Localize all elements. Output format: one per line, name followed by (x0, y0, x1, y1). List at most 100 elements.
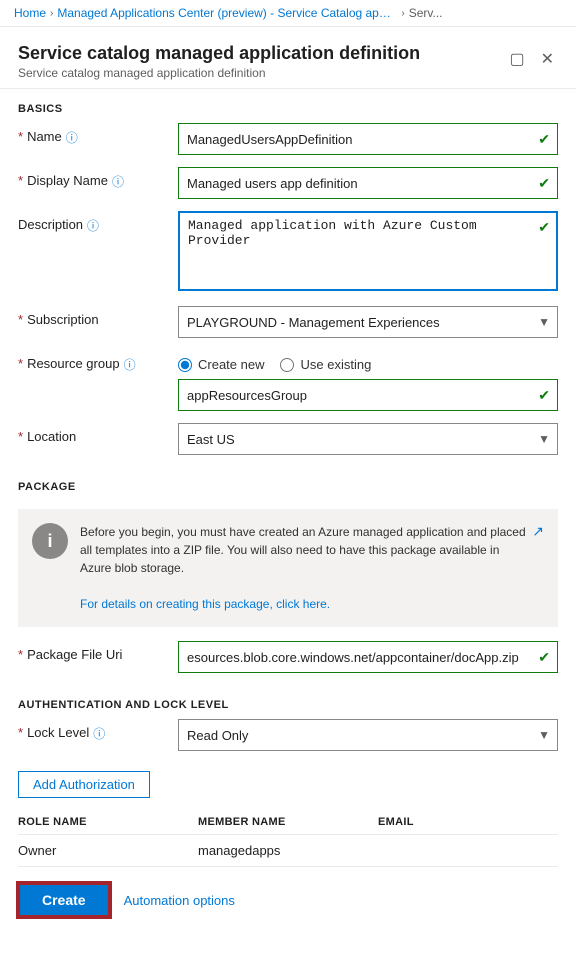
resource-group-top: * Resource group ⓘ Create new Use existi… (18, 350, 558, 373)
location-control: East US ▼ (178, 423, 558, 455)
add-authorization-button[interactable]: Add Authorization (18, 771, 150, 798)
location-label-text: Location (27, 429, 76, 444)
package-uri-label-text: Package File Uri (27, 647, 122, 662)
subscription-select[interactable]: PLAYGROUND - Management Experiences (178, 306, 558, 338)
rg-valid-icon: ✔ (538, 387, 550, 404)
lock-level-label: * Lock Level ⓘ (18, 719, 178, 742)
external-link-icon[interactable]: ↗ (532, 521, 544, 542)
form-content: BASICS * Name ⓘ ✔ * Display Name ⓘ ✔ (0, 89, 576, 867)
table-row-role: Owner (18, 843, 198, 858)
package-info-main-text: Before you begin, you must have created … (80, 525, 526, 575)
name-row: * Name ⓘ ✔ (18, 123, 558, 155)
use-existing-radio-label[interactable]: Use existing (280, 357, 371, 372)
panel-actions: ▢ ✕ (505, 47, 558, 71)
resource-group-input-row: ✔ (18, 379, 558, 411)
subscription-required-star: * (18, 312, 23, 327)
resource-group-input-control: ✔ (178, 379, 558, 411)
auth-section-title: AUTHENTICATION AND LOCK LEVEL (18, 685, 558, 719)
subscription-label-text: Subscription (27, 312, 99, 327)
rg-info-icon[interactable]: ⓘ (124, 356, 136, 373)
package-section-title: PACKAGE (18, 467, 558, 501)
col-member-name-header: MEMBER NAME (198, 816, 378, 828)
lock-level-select[interactable]: Read Only (178, 719, 558, 751)
create-new-radio-label[interactable]: Create new (178, 357, 264, 372)
name-required-star: * (18, 129, 23, 144)
display-name-label: * Display Name ⓘ (18, 167, 178, 190)
location-select[interactable]: East US (178, 423, 558, 455)
lock-level-label-text: Lock Level (27, 725, 89, 740)
location-label: * Location (18, 423, 178, 444)
table-row: Owner managedapps (18, 835, 558, 867)
resource-group-label-text: Resource group (27, 356, 120, 371)
basics-section-title: BASICS (18, 89, 558, 123)
package-uri-label: * Package File Uri (18, 641, 178, 662)
display-name-valid-icon: ✔ (538, 175, 550, 192)
display-name-info-icon[interactable]: ⓘ (112, 173, 124, 190)
create-new-label-text: Create new (198, 357, 264, 372)
close-button[interactable]: ✕ (537, 47, 558, 71)
name-info-icon[interactable]: ⓘ (66, 129, 78, 146)
main-panel: Service catalog managed application defi… (0, 27, 576, 953)
name-label: * Name ⓘ (18, 123, 178, 146)
lock-level-row: * Lock Level ⓘ Read Only ▼ (18, 719, 558, 751)
automation-options-link[interactable]: Automation options (124, 893, 235, 908)
subscription-control: PLAYGROUND - Management Experiences ▼ (178, 306, 558, 338)
table-row-email (378, 843, 558, 858)
name-control: ✔ (178, 123, 558, 155)
display-name-input[interactable] (178, 167, 558, 199)
lock-level-required-star: * (18, 725, 23, 740)
display-name-label-text: Display Name (27, 173, 108, 188)
use-existing-label-text: Use existing (300, 357, 371, 372)
display-name-required-star: * (18, 173, 23, 188)
description-control: Managed application with Azure Custom Pr… (178, 211, 558, 294)
breadcrumb-managed-apps[interactable]: Managed Applications Center (preview) - … (57, 6, 397, 20)
location-row: * Location East US ▼ (18, 423, 558, 455)
lock-level-control: Read Only ▼ (178, 719, 558, 751)
subscription-row: * Subscription PLAYGROUND - Management E… (18, 306, 558, 338)
panel-title-section: Service catalog managed application defi… (18, 43, 420, 80)
restore-button[interactable]: ▢ (505, 47, 528, 71)
create-new-radio[interactable] (178, 358, 192, 372)
package-uri-row: * Package File Uri ✔ (18, 641, 558, 673)
resource-group-input[interactable] (178, 379, 558, 411)
breadcrumb: Home › Managed Applications Center (prev… (0, 0, 576, 27)
description-row: Description ⓘ Managed application with A… (18, 211, 558, 294)
col-email-header: EMAIL (378, 816, 558, 828)
info-box-icon: i (32, 523, 68, 559)
description-label-text: Description (18, 217, 83, 232)
info-box-text: ↗ Before you begin, you must have create… (80, 523, 544, 613)
rg-required-star: * (18, 356, 23, 371)
package-uri-input[interactable] (178, 641, 558, 673)
description-label: Description ⓘ (18, 211, 178, 234)
table-row-member: managedapps (198, 843, 378, 858)
name-label-text: Name (27, 129, 62, 144)
breadcrumb-sep-1: › (50, 8, 53, 19)
package-info-box: i ↗ Before you begin, you must have crea… (18, 509, 558, 627)
name-valid-icon: ✔ (538, 131, 550, 148)
panel-title: Service catalog managed application defi… (18, 43, 420, 64)
display-name-control: ✔ (178, 167, 558, 199)
auth-table-header: ROLE NAME MEMBER NAME EMAIL (18, 810, 558, 835)
package-uri-control: ✔ (178, 641, 558, 673)
description-valid-icon: ✔ (538, 219, 550, 236)
package-info-link[interactable]: For details on creating this package, cl… (80, 597, 330, 611)
name-input[interactable] (178, 123, 558, 155)
subscription-label: * Subscription (18, 306, 178, 327)
footer: Create Automation options (0, 867, 576, 933)
resource-group-row: * Resource group ⓘ Create new Use existi… (18, 350, 558, 411)
create-button[interactable]: Create (18, 883, 110, 917)
col-role-name-header: ROLE NAME (18, 816, 198, 828)
breadcrumb-sep-2: › (401, 8, 404, 19)
resource-group-radio-group: Create new Use existing (178, 351, 371, 372)
use-existing-radio[interactable] (280, 358, 294, 372)
location-required-star: * (18, 429, 23, 444)
package-uri-required-star: * (18, 647, 23, 662)
package-uri-valid-icon: ✔ (538, 649, 550, 666)
panel-header: Service catalog managed application defi… (0, 27, 576, 89)
breadcrumb-home[interactable]: Home (14, 6, 46, 20)
lock-level-info-icon[interactable]: ⓘ (93, 725, 105, 742)
breadcrumb-current: Serv... (409, 6, 443, 20)
resource-group-label: * Resource group ⓘ (18, 350, 178, 373)
description-info-icon[interactable]: ⓘ (87, 217, 99, 234)
description-textarea[interactable]: Managed application with Azure Custom Pr… (178, 211, 558, 291)
